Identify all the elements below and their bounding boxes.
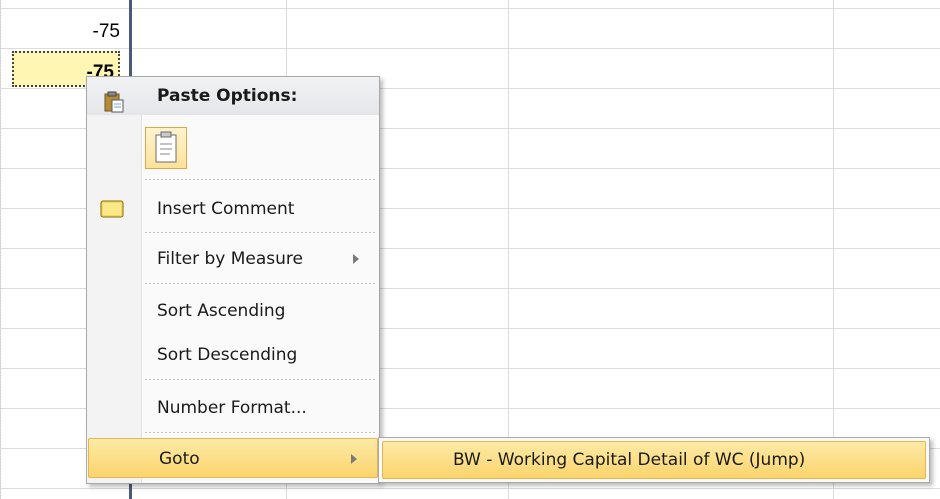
menu-item-sort-descending[interactable]: Sort Descending [87,335,379,375]
menu-item-sort-ascending[interactable]: Sort Ascending [87,291,379,331]
submenu-item-label: BW - Working Capital Detail of WC (Jump) [453,450,806,470]
menu-item-number-format[interactable]: Number Format... [87,388,379,428]
clipboard-icon [103,91,125,113]
context-menu: Paste Options: Insert Comment Filter by … [86,76,380,484]
menu-item-insert-comment[interactable]: Insert Comment [87,189,379,229]
paste-button[interactable] [145,127,187,169]
row-header-edge [0,0,10,499]
comment-icon [99,199,125,219]
column-divider [508,0,509,499]
menu-item-filter-by-measure[interactable]: Filter by Measure [87,239,379,279]
menu-separator [145,379,377,380]
menu-item-label: Insert Comment [157,199,295,219]
menu-item-label: Goto [159,449,200,469]
menu-item-goto[interactable]: Goto [88,438,378,478]
submenu-arrow-icon [351,454,357,464]
column-divider [833,0,834,499]
paste-options-label: Paste Options: [157,86,298,106]
cell-value[interactable]: -75 [12,15,124,49]
submenu-arrow-icon [353,254,359,264]
menu-separator [145,232,377,233]
menu-item-label: Sort Ascending [157,301,286,321]
menu-item-label: Filter by Measure [157,249,304,269]
menu-separator [145,432,377,433]
menu-item-label: Sort Descending [157,345,298,365]
submenu-item-bw-working-capital[interactable]: BW - Working Capital Detail of WC (Jump) [382,441,926,479]
paste-values-icon [155,131,177,163]
menu-item-label: Number Format... [157,398,307,418]
goto-submenu: BW - Working Capital Detail of WC (Jump) [378,437,930,483]
menu-separator [145,283,377,284]
paste-options-header: Paste Options: [87,77,379,115]
menu-separator [145,179,377,180]
